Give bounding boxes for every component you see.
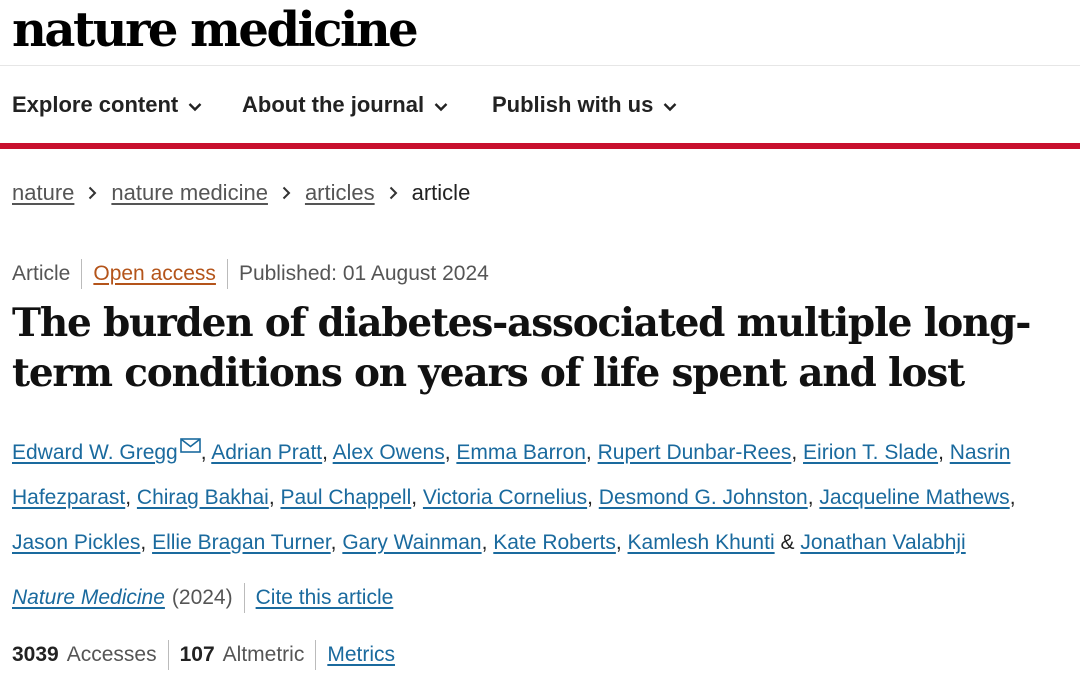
author-link[interactable]: Edward W. Gregg [12, 441, 178, 464]
altmetric-label: Altmetric [222, 643, 305, 666]
brand-divider [0, 143, 1080, 149]
article-title: The burden of diabetes-associated multip… [12, 300, 1031, 396]
author-separator: , [807, 486, 820, 509]
author-link[interactable]: Victoria Cornelius [423, 486, 587, 509]
breadcrumb-link-nature[interactable]: nature [12, 180, 74, 206]
author-link[interactable]: Alex Owens [333, 441, 445, 464]
email-icon[interactable] [179, 424, 201, 469]
cite-this-article-link[interactable]: Cite this article [256, 586, 394, 610]
author-link[interactable]: Jonathan Valabhji [800, 531, 965, 554]
author-link[interactable]: Gary Wainman [342, 531, 481, 554]
author-separator: , [481, 531, 494, 554]
masthead: nature medicine [0, 0, 1080, 66]
chevron-down-icon [188, 92, 202, 118]
author-separator: & [774, 531, 801, 554]
author-separator: , [938, 441, 950, 464]
author-link[interactable]: Chirag Bakhai [137, 486, 269, 509]
author-separator: , [444, 441, 457, 464]
author-link[interactable]: Adrian Pratt [211, 441, 322, 464]
chevron-right-icon [88, 180, 97, 206]
chevron-down-icon [663, 92, 677, 118]
chevron-right-icon [389, 180, 398, 206]
meta-divider [226, 259, 228, 289]
author-separator: , [125, 486, 137, 509]
nav-explore-content[interactable]: Explore content [12, 92, 202, 118]
author-link[interactable]: Kate Roberts [493, 531, 616, 554]
publication-year: (2024) [171, 586, 233, 609]
nav-publish-with-us[interactable]: Publish with us [492, 92, 677, 118]
author-link[interactable]: Ellie Bragan Turner [152, 531, 331, 554]
nav-item-label: Publish with us [492, 92, 654, 117]
author-link[interactable]: Kamlesh Khunti [628, 531, 775, 554]
author-separator: , [587, 486, 599, 509]
author-separator: , [411, 486, 423, 509]
author-separator: , [330, 531, 343, 554]
metrics-link[interactable]: Metrics [327, 643, 395, 667]
author-link[interactable]: Jacqueline Mathews [819, 486, 1009, 509]
nav-item-label: About the journal [242, 92, 425, 117]
article-meta: Article Open access Published: 01 August… [12, 259, 489, 289]
published-date: Published: 01 August 2024 [238, 262, 489, 285]
main-nav: Explore content About the journal Publis… [0, 66, 1080, 144]
nav-item-label: Explore content [12, 92, 179, 117]
author-separator: , [268, 486, 281, 509]
article-type: Article [12, 262, 71, 285]
author-separator: , [200, 441, 212, 464]
nav-about-the-journal[interactable]: About the journal [242, 92, 448, 118]
author-link[interactable]: Desmond G. Johnston [599, 486, 808, 509]
altmetric-count: 107 [179, 643, 215, 666]
author-separator: , [1009, 486, 1016, 509]
author-link[interactable]: Jason Pickles [12, 531, 140, 554]
breadcrumb: nature nature medicine articles article [12, 180, 470, 206]
accesses-label: Accesses [66, 643, 157, 666]
author-separator: , [585, 441, 598, 464]
author-link[interactable]: Emma Barron [456, 441, 586, 464]
author-list: Edward W. Gregg, Adrian Pratt, Alex Owen… [12, 424, 1074, 565]
author-link[interactable]: Rupert Dunbar-Rees [598, 441, 792, 464]
author-separator: , [791, 441, 804, 464]
journal-link[interactable]: Nature Medicine [12, 586, 165, 610]
author-link[interactable]: Paul Chappell [280, 486, 411, 509]
metrics-divider [315, 640, 317, 670]
accesses-count: 3039 [12, 643, 59, 666]
breadcrumb-link-nature-medicine[interactable]: nature medicine [111, 180, 268, 206]
author-separator: , [140, 531, 153, 554]
metrics-divider [167, 640, 169, 670]
author-link[interactable]: Eirion T. Slade [803, 441, 938, 464]
citation-divider [243, 583, 245, 613]
meta-divider [81, 259, 83, 289]
article-metrics: 3039 Accesses 107 Altmetric Metrics [12, 640, 395, 670]
chevron-right-icon [282, 180, 291, 206]
site-logo[interactable]: nature medicine [12, 2, 419, 58]
author-separator: , [322, 441, 333, 464]
breadcrumb-current: article [411, 180, 471, 205]
chevron-down-icon [434, 92, 448, 118]
author-separator: , [615, 531, 628, 554]
open-access-link[interactable]: Open access [93, 262, 216, 286]
citation-line: Nature Medicine (2024) Cite this article [12, 583, 393, 613]
breadcrumb-link-articles[interactable]: articles [305, 180, 375, 206]
